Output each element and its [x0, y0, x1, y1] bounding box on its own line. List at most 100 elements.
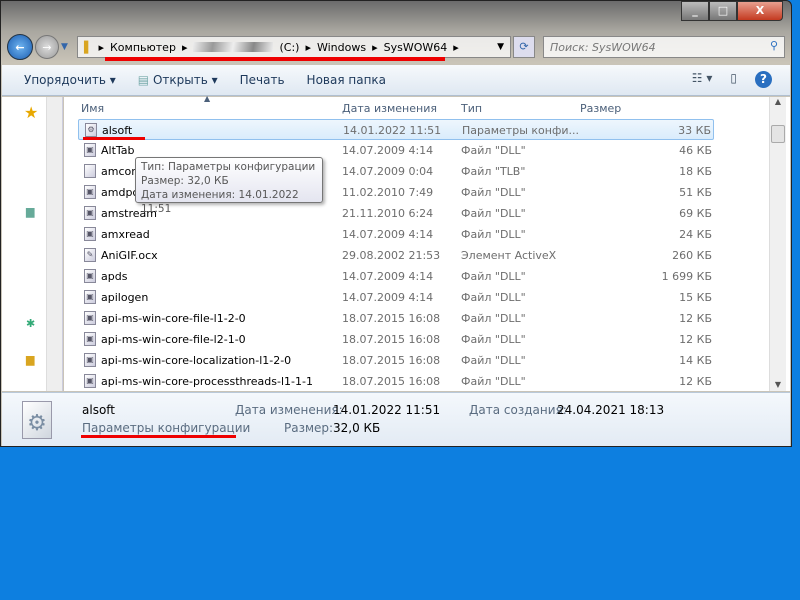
file-date: 14.07.2009 4:14: [342, 228, 434, 241]
recent-pages-dropdown[interactable]: ▼: [61, 42, 68, 52]
size-value: 32,0 КБ: [333, 421, 381, 435]
dll-icon: ▣: [84, 353, 96, 367]
maximize-button[interactable]: □: [709, 1, 737, 21]
file-type: Файл "DLL": [461, 144, 526, 157]
file-date: 14.07.2009 4:14: [342, 291, 434, 304]
breadcrumb-windows[interactable]: Windows: [317, 41, 366, 54]
file-size: 12 КБ: [679, 333, 712, 346]
file-date: 11.02.2010 7:49: [342, 186, 434, 199]
file-type: Файл "DLL": [461, 207, 526, 220]
file-size: 18 КБ: [679, 165, 712, 178]
file-size: 14 КБ: [679, 354, 712, 367]
print-button[interactable]: Печать: [240, 73, 285, 87]
file-name: api-ms-win-core-file-l2-1-0: [101, 333, 246, 346]
dll-icon: ▣: [84, 143, 96, 157]
dll-icon: ▣: [84, 185, 96, 199]
network-icon[interactable]: ✱: [26, 317, 35, 330]
search-input[interactable]: Поиск: SysWOW64 ⚲: [543, 36, 785, 58]
vertical-scrollbar[interactable]: ▲ ▼: [769, 97, 786, 391]
red-underline-annotation: [81, 435, 236, 438]
file-size: 12 КБ: [679, 375, 712, 388]
breadcrumb-separator: ▸: [98, 40, 104, 54]
details-file-type: Параметры конфигурации: [82, 421, 251, 435]
address-dropdown-icon[interactable]: ▼: [497, 42, 504, 52]
created-label: Дата создания:: [469, 403, 567, 417]
preview-pane-button[interactable]: ▯: [730, 71, 737, 88]
library-icon[interactable]: ▆: [26, 205, 34, 218]
file-row[interactable]: ▣ amxread 14.07.2009 4:14 Файл "DLL" 24 …: [78, 224, 714, 245]
file-name: api-ms-win-core-file-l1-2-0: [101, 312, 246, 325]
column-size[interactable]: Размер: [580, 102, 621, 115]
back-button[interactable]: ←: [7, 34, 33, 60]
sort-arrow-icon: ▲: [204, 94, 211, 103]
file-name: AltTab: [101, 144, 135, 157]
column-type[interactable]: Тип: [461, 102, 482, 115]
file-size: 1 699 КБ: [661, 270, 712, 283]
file-date: 14.01.2022 11:51: [343, 124, 442, 137]
red-underline-annotation: [83, 137, 145, 140]
close-button[interactable]: X: [737, 1, 783, 21]
file-date: 18.07.2015 16:08: [342, 333, 441, 346]
refresh-button[interactable]: ⟳: [513, 36, 535, 58]
file-row[interactable]: ▣ api-ms-win-core-file-l1-2-0 18.07.2015…: [78, 308, 714, 329]
column-name[interactable]: Имя: [81, 102, 104, 115]
file-size: 24 КБ: [679, 228, 712, 241]
file-size: 12 КБ: [679, 312, 712, 325]
organize-button[interactable]: Упорядочить ▾: [24, 73, 116, 87]
folder-icon[interactable]: ▆: [26, 353, 34, 366]
search-icon[interactable]: ⚲: [770, 39, 778, 52]
file-row[interactable]: ⚙ alsoft 14.01.2022 11:51 Параметры конф…: [78, 119, 714, 140]
breadcrumb-computer[interactable]: Компьютер: [110, 41, 176, 54]
file-row[interactable]: ▣ api-ms-win-core-file-l2-1-0 18.07.2015…: [78, 329, 714, 350]
file-date: 18.07.2015 16:08: [342, 354, 441, 367]
dll-icon: ▣: [84, 332, 96, 346]
file-row[interactable]: ▣ api-ms-win-core-localization-l1-2-0 18…: [78, 350, 714, 371]
file-type: Файл "DLL": [461, 333, 526, 346]
file-date: 21.11.2010 6:24: [342, 207, 434, 220]
new-folder-button[interactable]: Новая папка: [307, 73, 386, 87]
red-underline-annotation: [105, 57, 445, 61]
file-type: Файл "TLB": [461, 165, 526, 178]
file-size: 260 КБ: [672, 249, 712, 262]
explorer-window: _ □ X ← → ▼ ▌ ▸ Компьютер ▸ (C:) ▸ Windo…: [0, 0, 792, 447]
views-button[interactable]: ☷ ▾: [692, 71, 713, 88]
file-row[interactable]: ▣ apilogen 14.07.2009 4:14 Файл "DLL" 15…: [78, 287, 714, 308]
file-date: 14.07.2009 4:14: [342, 270, 434, 283]
file-date: 29.08.2002 21:53: [342, 249, 441, 262]
address-bar[interactable]: ▌ ▸ Компьютер ▸ (C:) ▸ Windows ▸ SysWOW6…: [77, 36, 511, 58]
notepad-icon: ▤: [137, 73, 150, 87]
scrollbar-thumb[interactable]: [771, 125, 785, 143]
breadcrumb-syswow64[interactable]: SysWOW64: [384, 41, 448, 54]
file-date: 18.07.2015 16:08: [342, 375, 441, 388]
breadcrumb-drive[interactable]: (C:): [279, 41, 299, 54]
nav-pane-scrollbar[interactable]: [46, 97, 62, 391]
file-size: 33 КБ: [678, 124, 711, 137]
forward-button[interactable]: →: [35, 35, 59, 59]
file-row[interactable]: ▣ apds 14.07.2009 4:14 Файл "DLL" 1 699 …: [78, 266, 714, 287]
column-date[interactable]: Дата изменения: [342, 102, 437, 115]
config-file-icon: ⚙: [22, 401, 52, 439]
file-row[interactable]: ✎ AniGIF.ocx 29.08.2002 21:53 Элемент Ac…: [78, 245, 714, 266]
help-button[interactable]: ?: [755, 71, 772, 88]
file-tooltip: Тип: Параметры конфигурации Размер: 32,0…: [135, 157, 323, 215]
file-row[interactable]: ▣ api-ms-win-core-processthreads-l1-1-1 …: [78, 371, 714, 392]
file-type: Параметры конфи...: [462, 124, 579, 137]
gear-file-icon: ⚙: [85, 123, 97, 137]
file-size: 46 КБ: [679, 144, 712, 157]
redacted-drive-name: [193, 42, 274, 52]
dll-icon: ▣: [84, 206, 96, 220]
navigation-pane[interactable]: ★ ▆ ✱ ▆: [2, 97, 63, 391]
minimize-button[interactable]: _: [681, 1, 709, 21]
file-type: Файл "DLL": [461, 354, 526, 367]
open-button[interactable]: ▤ Открыть ▾: [138, 73, 218, 87]
search-placeholder: Поиск: SysWOW64: [550, 41, 656, 54]
file-type: Файл "DLL": [461, 312, 526, 325]
file-date: 14.07.2009 4:14: [342, 144, 434, 157]
file-name: apilogen: [101, 291, 149, 304]
breadcrumb-separator: ▸: [453, 40, 459, 54]
file-type: Файл "DLL": [461, 270, 526, 283]
file-type: Элемент ActiveX: [461, 249, 557, 262]
tooltip-date: Дата изменения: 14.01.2022 11:51: [141, 189, 299, 215]
file-type: Файл "DLL": [461, 375, 526, 388]
favorites-star-icon[interactable]: ★: [24, 103, 38, 122]
